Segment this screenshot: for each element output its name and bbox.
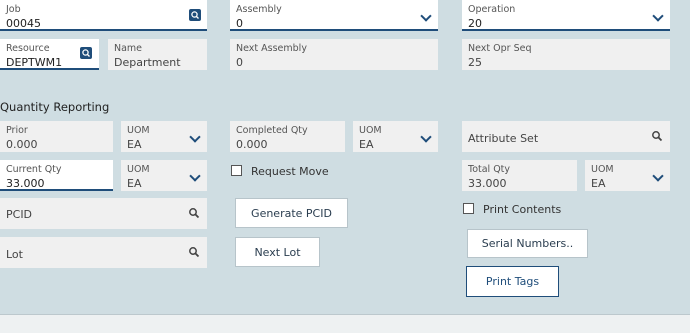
total-qty-value: 33.000	[468, 177, 507, 190]
total-uom-label: UOM	[591, 164, 614, 175]
chevron-down-icon[interactable]	[420, 131, 432, 143]
search-icon[interactable]	[188, 246, 200, 258]
pcid-field[interactable]: PCID	[0, 198, 207, 229]
total-qty-field: Total Qty 33.000	[462, 160, 577, 191]
job-field[interactable]: Job 00045	[0, 0, 207, 31]
print-tags-button[interactable]: Print Tags	[466, 266, 559, 297]
bottom-bar	[0, 314, 690, 333]
completed-qty-label: Completed Qty	[236, 125, 308, 136]
job-label: Job	[6, 4, 21, 15]
current-qty-label: Current Qty	[6, 164, 62, 175]
next-opr-seq-label: Next Opr Seq	[468, 43, 532, 54]
resource-label: Resource	[6, 43, 50, 54]
attribute-set-label: Attribute Set	[468, 132, 539, 145]
search-icon[interactable]	[188, 207, 200, 219]
current-uom-value: EA	[127, 177, 142, 190]
lot-label: Lot	[6, 248, 23, 261]
next-opr-seq-value: 25	[468, 56, 482, 69]
name-label: Name	[114, 43, 143, 54]
completed-qty-value: 0.000	[236, 138, 268, 151]
chevron-down-icon[interactable]	[652, 10, 664, 22]
assembly-field[interactable]: Assembly 0	[230, 0, 438, 31]
prior-label: Prior	[6, 125, 28, 136]
current-qty-field[interactable]: Current Qty 33.000	[0, 160, 113, 191]
next-lot-button[interactable]: Next Lot	[235, 237, 320, 267]
completed-uom-label: UOM	[359, 125, 382, 136]
serial-numbers-button[interactable]: Serial Numbers..	[467, 229, 588, 258]
resource-field[interactable]: Resource DEPTWM1	[0, 39, 99, 70]
attribute-set-field[interactable]: Attribute Set	[462, 121, 670, 152]
assembly-label: Assembly	[236, 4, 282, 15]
prior-uom-value: EA	[127, 138, 142, 151]
next-assembly-label: Next Assembly	[236, 43, 307, 54]
completed-uom-value: EA	[359, 138, 374, 151]
completed-qty-field: Completed Qty 0.000	[230, 121, 345, 152]
request-move-label[interactable]: Request Move	[251, 165, 329, 178]
prior-uom-label: UOM	[127, 125, 150, 136]
chevron-down-icon[interactable]	[420, 10, 432, 22]
next-assembly-field: Next Assembly 0	[230, 39, 438, 70]
search-icon[interactable]	[80, 47, 92, 59]
current-qty-value: 33.000	[6, 177, 45, 190]
lot-field[interactable]: Lot	[0, 237, 207, 268]
operation-field[interactable]: Operation 20	[462, 0, 670, 31]
chevron-down-icon[interactable]	[652, 170, 664, 182]
operation-label: Operation	[468, 4, 516, 15]
total-uom-field[interactable]: UOM EA	[585, 160, 670, 191]
print-contents-label[interactable]: Print Contents	[483, 203, 561, 216]
section-title: Quantity Reporting	[0, 100, 110, 114]
prior-uom-field[interactable]: UOM EA	[121, 121, 207, 152]
total-uom-value: EA	[591, 177, 606, 190]
next-opr-seq-field: Next Opr Seq 25	[462, 39, 670, 70]
print-contents-checkbox[interactable]	[463, 203, 474, 214]
job-value: 00045	[6, 17, 41, 30]
pcid-label: PCID	[6, 208, 33, 221]
current-uom-label: UOM	[127, 164, 150, 175]
completed-uom-field[interactable]: UOM EA	[353, 121, 438, 152]
chevron-down-icon[interactable]	[189, 131, 201, 143]
request-move-checkbox[interactable]	[231, 165, 242, 176]
prior-value: 0.000	[6, 138, 38, 151]
assembly-value: 0	[236, 17, 243, 30]
total-qty-label: Total Qty	[468, 164, 511, 175]
search-icon[interactable]	[651, 130, 663, 142]
name-field: Name Department	[108, 39, 207, 70]
current-uom-field[interactable]: UOM EA	[121, 160, 207, 191]
operation-value: 20	[468, 17, 482, 30]
prior-field: Prior 0.000	[0, 121, 113, 152]
name-value: Department	[114, 56, 181, 69]
chevron-down-icon[interactable]	[189, 170, 201, 182]
generate-pcid-button[interactable]: Generate PCID	[235, 198, 348, 228]
resource-value: DEPTWM1	[6, 56, 63, 69]
search-icon[interactable]	[189, 9, 201, 21]
next-assembly-value: 0	[236, 56, 243, 69]
